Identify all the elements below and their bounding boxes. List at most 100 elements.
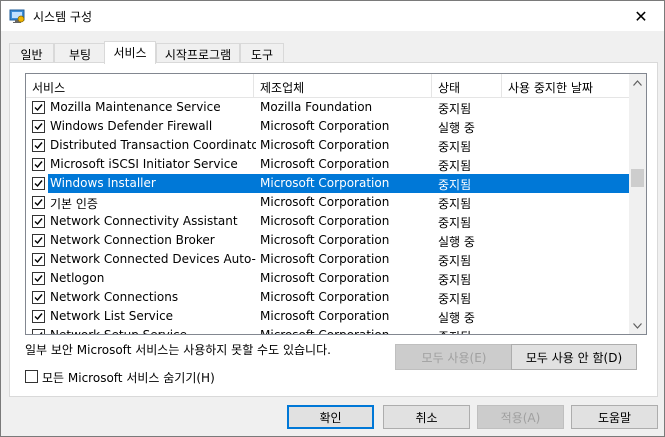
services-list-body: Mozilla Maintenance Service Mozilla Found… xyxy=(26,98,629,335)
service-row[interactable]: Network List Service Microsoft Corporatio… xyxy=(26,307,629,326)
service-checkbox[interactable] xyxy=(32,139,45,152)
service-checkbox[interactable] xyxy=(32,215,45,228)
service-status: 중지됨 xyxy=(438,273,472,287)
tab-tools[interactable]: 도구 xyxy=(240,43,284,63)
service-status: 실행 중 xyxy=(438,311,475,325)
service-name: Netlogon xyxy=(50,271,105,285)
service-checkbox[interactable] xyxy=(32,310,45,323)
service-row[interactable]: Network Setup Service Microsoft Corporati… xyxy=(26,326,629,335)
checkmark-icon xyxy=(39,332,43,334)
service-name: 기본 인증 xyxy=(50,197,98,211)
checkmark-icon xyxy=(34,161,43,169)
service-checkbox[interactable] xyxy=(32,329,45,334)
service-checkbox[interactable] xyxy=(32,120,45,133)
service-status: 중지됨 xyxy=(438,178,472,192)
service-checkbox[interactable] xyxy=(32,234,45,247)
service-manufacturer: Microsoft Corporation xyxy=(260,309,390,323)
service-row[interactable]: Network Connectivity Assistant Microsoft … xyxy=(26,212,629,231)
tab-startup[interactable]: 시작프로그램 xyxy=(156,43,240,63)
service-manufacturer: Microsoft Corporation xyxy=(260,328,390,335)
service-row[interactable]: Windows Defender Firewall Microsoft Corpo… xyxy=(26,117,629,136)
apply-button[interactable]: 적용(A) xyxy=(477,405,564,429)
service-checkbox[interactable] xyxy=(32,177,45,190)
service-name: Mozilla Maintenance Service xyxy=(50,100,221,114)
enable-all-button[interactable]: 모두 사용(E) xyxy=(395,344,513,370)
services-list[interactable]: 서비스 제조업체 상태 사용 중지한 날짜 Mozilla Maintenanc… xyxy=(25,73,647,335)
window-title: 시스템 구성 xyxy=(33,10,93,24)
column-header-service[interactable]: 서비스 xyxy=(26,74,254,98)
service-row[interactable]: 기본 인증 Microsoft Corporation 중지됨 xyxy=(26,193,629,212)
chevron-up-icon xyxy=(633,79,642,86)
ok-button[interactable]: 확인 xyxy=(287,405,374,429)
help-button[interactable]: 도움말 xyxy=(571,405,658,429)
service-manufacturer: Microsoft Corporation xyxy=(260,195,390,209)
service-name: Microsoft iSCSI Initiator Service xyxy=(50,157,238,171)
checkmark-icon xyxy=(34,199,43,207)
checkmark-icon xyxy=(34,294,43,302)
service-row[interactable]: Network Connection Broker Microsoft Corpo… xyxy=(26,231,629,250)
checkmark-icon xyxy=(34,142,43,150)
service-checkbox[interactable] xyxy=(32,272,45,285)
service-checkbox[interactable] xyxy=(32,101,45,114)
service-name: Distributed Transaction Coordinator xyxy=(50,138,256,152)
service-manufacturer: Microsoft Corporation xyxy=(260,252,390,266)
hide-microsoft-services-label: 모든 Microsoft 서비스 숨기기(H) xyxy=(42,371,215,385)
service-name: Network Connections xyxy=(50,290,179,304)
service-checkbox[interactable] xyxy=(32,291,45,304)
cancel-button[interactable]: 취소 xyxy=(383,405,470,429)
tab-general[interactable]: 일반 xyxy=(9,43,54,63)
title-bar: 시스템 구성 ✕ xyxy=(1,1,664,31)
scroll-thumb[interactable] xyxy=(631,169,644,187)
checkmark-icon xyxy=(34,237,43,245)
column-header-date-disabled[interactable]: 사용 중지한 날짜 xyxy=(502,74,629,98)
tab-boot[interactable]: 부팅 xyxy=(54,43,106,63)
service-row[interactable]: Network Connections Microsoft Corporation… xyxy=(26,288,629,307)
services-tab-panel: 서비스 제조업체 상태 사용 중지한 날짜 Mozilla Maintenanc… xyxy=(9,62,658,397)
column-header-status[interactable]: 상태 xyxy=(432,74,502,98)
chevron-down-icon xyxy=(633,322,642,329)
system-configuration-window: 시스템 구성 ✕ 일반 부팅 서비스 시작프로그램 도구 서비스 제조업체 상태… xyxy=(0,0,665,437)
services-list-header: 서비스 제조업체 상태 사용 중지한 날짜 xyxy=(26,74,629,98)
service-status: 중지됨 xyxy=(438,102,472,116)
close-icon: ✕ xyxy=(634,6,648,26)
service-name: Network Connected Devices Auto-... xyxy=(50,252,256,266)
service-row[interactable]: Mozilla Maintenance Service Mozilla Found… xyxy=(26,98,629,117)
service-status: 중지됨 xyxy=(438,140,472,154)
scroll-up-button[interactable] xyxy=(629,74,646,91)
service-name: Windows Defender Firewall xyxy=(50,119,213,133)
checkmark-icon xyxy=(34,256,43,264)
service-name: Network Connection Broker xyxy=(50,233,215,247)
service-status: 중지됨 xyxy=(438,197,472,211)
system-configuration-icon xyxy=(9,8,25,24)
service-manufacturer: Microsoft Corporation xyxy=(260,138,390,152)
hide-microsoft-services-checkbox[interactable] xyxy=(25,370,38,383)
service-checkbox[interactable] xyxy=(32,196,45,209)
service-name: Network List Service xyxy=(50,309,174,323)
tab-services[interactable]: 서비스 xyxy=(104,41,156,64)
checkmark-icon xyxy=(34,180,43,188)
service-manufacturer: Microsoft Corporation xyxy=(260,157,390,171)
service-row[interactable]: Netlogon Microsoft Corporation 중지됨 xyxy=(26,269,629,288)
disable-all-button[interactable]: 모두 사용 안 함(D) xyxy=(511,344,637,370)
service-status: 실행 중 xyxy=(438,121,475,135)
service-manufacturer: Microsoft Corporation xyxy=(260,290,390,304)
service-checkbox[interactable] xyxy=(32,158,45,171)
close-button[interactable]: ✕ xyxy=(624,5,658,27)
checkmark-icon xyxy=(34,123,43,131)
service-status: 중지됨 xyxy=(438,328,504,334)
vertical-scrollbar[interactable] xyxy=(629,74,646,334)
service-row[interactable]: Network Connected Devices Auto-... Micros… xyxy=(26,250,629,269)
service-row[interactable]: Distributed Transaction Coordinator Micro… xyxy=(26,136,629,155)
service-manufacturer: Microsoft Corporation xyxy=(260,176,390,190)
service-name: Network Setup Service xyxy=(50,328,188,335)
service-name: Network Connectivity Assistant xyxy=(50,214,238,228)
column-header-manufacturer[interactable]: 제조업체 xyxy=(254,74,432,98)
service-checkbox[interactable] xyxy=(32,253,45,266)
service-row[interactable]: Microsoft iSCSI Initiator Service Microso… xyxy=(26,155,629,174)
service-row[interactable]: Windows Installer Microsoft Corporation 중지… xyxy=(26,174,629,193)
service-status: 실행 중 xyxy=(438,235,475,249)
security-services-note: 일부 보안 Microsoft 서비스는 사용하지 못할 수도 있습니다. xyxy=(25,343,331,357)
service-manufacturer: Microsoft Corporation xyxy=(260,119,390,133)
service-manufacturer: Microsoft Corporation xyxy=(260,233,390,247)
scroll-down-button[interactable] xyxy=(629,317,646,334)
